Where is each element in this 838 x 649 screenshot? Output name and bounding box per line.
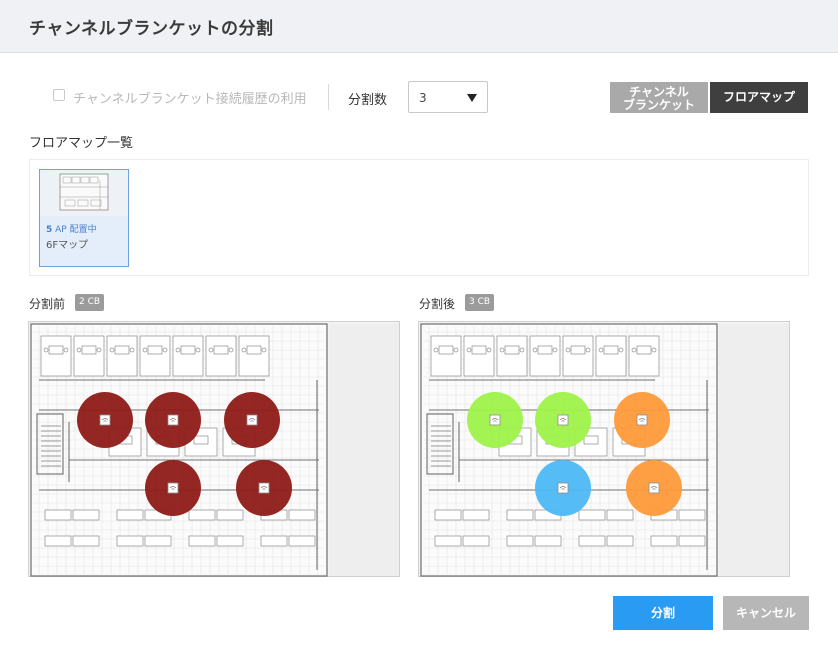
access-point-icon[interactable]	[99, 414, 111, 426]
caret-down-icon	[467, 94, 477, 102]
after-label: 分割後	[419, 297, 456, 311]
cancel-button[interactable]: キャンセル	[723, 596, 809, 630]
channel-blanket-view-label-1: チャンネル	[629, 85, 689, 99]
dialog-header: チャンネルブランケットの分割	[0, 0, 838, 53]
history-label: チャンネルブランケット接続履歴の利用	[73, 92, 307, 107]
floormap-thumbnail-image	[40, 170, 128, 216]
access-point-icon[interactable]	[167, 482, 179, 494]
floormap-thumbnail[interactable]: 5 AP 配置中 6Fマップ	[39, 169, 129, 267]
division-count-label: 分割数	[348, 93, 388, 108]
division-count-value: 3	[419, 91, 427, 105]
division-count-select[interactable]: 3	[408, 81, 488, 113]
floormap-list	[29, 159, 809, 276]
access-point-icon[interactable]	[557, 482, 569, 494]
floormap-list-title: フロアマップ一覧	[29, 136, 134, 151]
before-floor-map	[28, 321, 400, 577]
split-button[interactable]: 分割	[613, 596, 713, 630]
access-point-icon[interactable]	[489, 414, 501, 426]
access-point-icon[interactable]	[636, 414, 648, 426]
before-cb-badge: 2 CB	[75, 294, 105, 311]
option-divider	[328, 84, 329, 110]
before-label: 分割前	[29, 297, 66, 311]
before-floor-plan	[30, 323, 399, 577]
ap-status: 5 AP 配置中	[46, 225, 97, 235]
access-point-icon[interactable]	[167, 414, 179, 426]
channel-blanket-view-label-2: ブランケット	[622, 98, 695, 112]
after-floor-map	[418, 321, 790, 577]
floormap-view-button[interactable]: フロアマップ	[710, 82, 808, 113]
after-floor-plan	[420, 323, 789, 577]
access-point-icon[interactable]	[648, 482, 660, 494]
access-point-icon[interactable]	[258, 482, 270, 494]
access-point-icon[interactable]	[557, 414, 569, 426]
split-dialog: チャンネルブランケットの分割 チャンネルブランケット接続履歴の利用 分割数 3 …	[0, 0, 838, 649]
after-cb-badge: 3 CB	[465, 294, 495, 311]
access-point-icon[interactable]	[246, 414, 258, 426]
channel-blanket-view-button[interactable]: チャンネル ブランケット	[610, 82, 708, 113]
dialog-title: チャンネルブランケットの分割	[29, 19, 274, 39]
history-checkbox[interactable]	[53, 89, 65, 101]
floormap-name: 6Fマップ	[46, 240, 89, 251]
